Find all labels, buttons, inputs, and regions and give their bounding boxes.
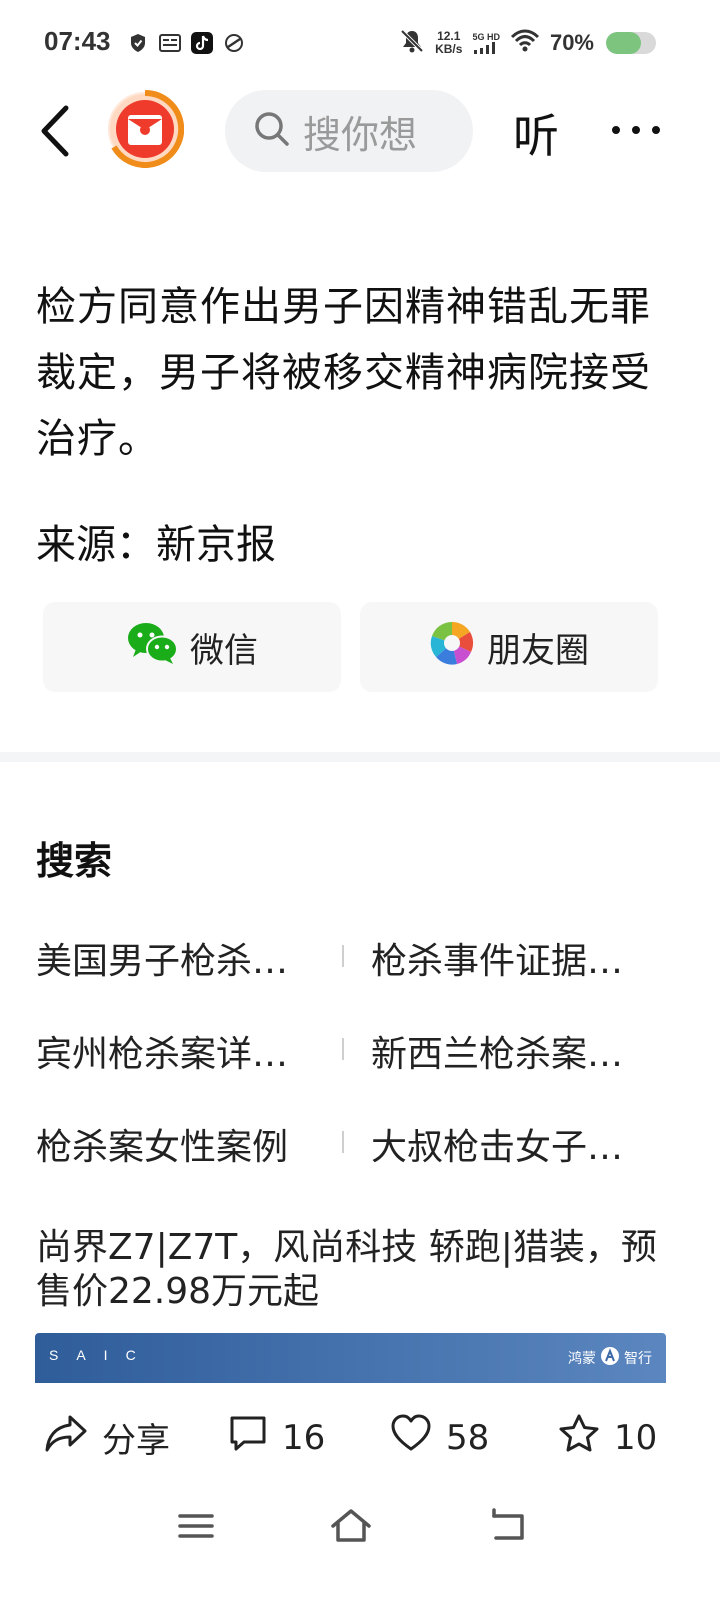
wifi-icon [510,29,540,57]
shield-icon [127,32,149,54]
net-speed: 12.1 KB/s [435,30,462,56]
ad-partner-right: 智行 [624,1351,652,1367]
article-source: 来源：新京报 [36,522,276,568]
search-icon [253,110,291,152]
search-suggestion[interactable]: 新西兰枪杀案… [371,1025,651,1077]
suggestion-separator [342,1038,344,1060]
search-suggestion[interactable]: 大叔枪击女子… [371,1118,651,1170]
ad-banner-brand: SAIC [49,1347,154,1363]
toutiao-icon [159,32,181,54]
comment-icon [228,1413,268,1462]
mute-bell-icon [399,28,425,58]
share-wechat-label: 微信 [190,630,258,671]
battery-fill [606,32,641,54]
ad-banner-partner: 鸿蒙 智行 [568,1346,652,1370]
link-icon [223,32,245,54]
net-speed-unit: KB/s [435,42,463,56]
comment-count: 16 [282,1417,326,1458]
search-section-title: 搜索 [36,839,113,883]
search-suggestion[interactable]: 枪杀事件证据… [371,932,651,984]
suggestion-separator [342,945,344,967]
favorite-button[interactable]: 10 [558,1413,657,1462]
search-suggestion[interactable]: 枪杀案女性案例 [36,1118,316,1170]
red-packet-icon[interactable] [106,89,185,168]
signal-icon: 5G HD [472,32,500,54]
share-button[interactable]: 分享 [44,1413,170,1462]
share-label: 分享 [102,1421,170,1461]
star-icon [558,1413,600,1462]
action-bar: 分享 16 58 10 [0,1395,720,1475]
wechat-icon [126,621,178,674]
article-body: 检方同意作出男子因精神错乱无罪裁定，男子将被移交精神病院接受治疗。 [36,284,651,462]
harmony-logo-icon [600,1346,620,1370]
comment-button[interactable]: 16 [228,1413,325,1462]
search-suggestion[interactable]: 美国男子枪杀… [36,932,316,984]
search-box[interactable]: 搜你想 [225,90,473,172]
ad-text[interactable]: 尚界Z7|Z7T，风尚科技 轿跑|猎装，预售价22.98万元起 [36,1226,676,1314]
section-divider [0,752,720,762]
share-icon [44,1413,88,1462]
system-nav-bar [0,1490,720,1570]
ad-partner-left: 鸿蒙 [568,1351,596,1367]
suggestion-separator [342,1131,344,1153]
battery-icon [606,32,656,54]
top-bar: 搜你想 听 [0,89,720,172]
search-suggestion[interactable]: 宾州枪杀案详… [36,1025,316,1077]
status-left-icons [127,32,245,54]
home-icon[interactable] [329,1506,373,1546]
favorite-count: 10 [614,1417,658,1458]
heart-icon [390,1413,432,1462]
share-moments-button[interactable]: 朋友圈 [360,602,658,692]
listen-button[interactable]: 听 [513,100,559,166]
share-wechat-button[interactable]: 微信 [43,602,341,692]
back-icon[interactable] [36,102,76,160]
like-count: 58 [446,1417,490,1458]
more-icon[interactable] [610,102,662,158]
moments-icon [429,620,475,675]
battery-percent: 70% [549,30,594,55]
status-bar: 07:43 12.1 KB/s 5G HD 70% [0,0,720,90]
status-right-group: 12.1 KB/s 5G HD 70% [399,28,594,58]
ad-banner[interactable]: SAIC 鸿蒙 智行 [35,1333,666,1383]
like-button[interactable]: 58 [390,1413,489,1462]
share-moments-label: 朋友圈 [487,630,589,671]
network-label: 5G HD [472,32,500,42]
status-time: 07:43 [44,26,111,56]
back-nav-icon[interactable] [486,1506,530,1546]
search-placeholder: 搜你想 [303,112,418,157]
menu-icon[interactable] [174,1506,218,1546]
tiktok-icon [191,32,213,54]
